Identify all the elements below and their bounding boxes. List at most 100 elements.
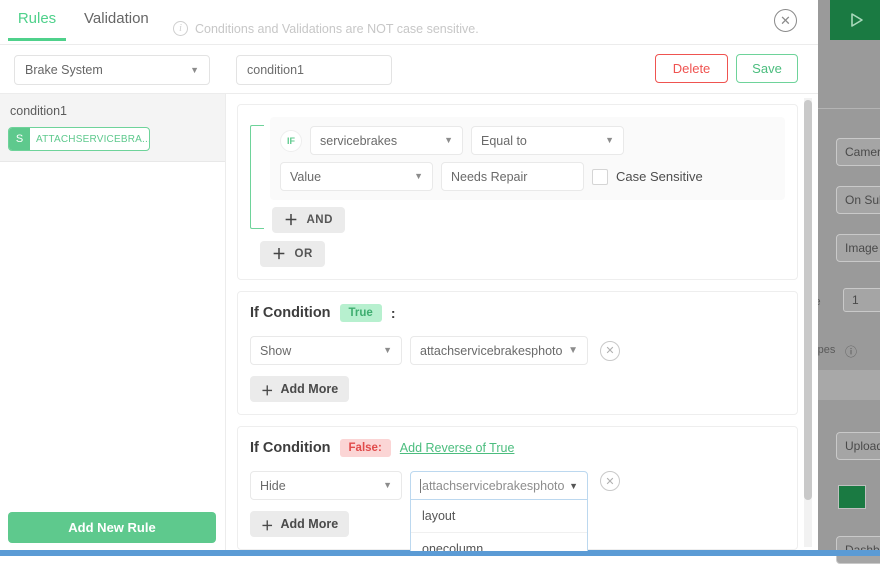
chevron-down-icon: ▼	[414, 172, 423, 181]
remove-false-action-icon[interactable]: ✕	[600, 471, 620, 491]
add-and-button[interactable]: ＋ AND	[272, 207, 345, 233]
if-group-box: IF servicebrakes ▼ Equal to ▼	[270, 117, 785, 200]
rules-sidebar: condition1 S ATTACHSERVICEBRA... Add New…	[0, 94, 226, 551]
true-block-title: If Condition	[250, 305, 331, 321]
false-target-select[interactable]: attachservicebrakesphoto ▼	[410, 471, 588, 500]
chevron-down-icon: ▼	[569, 481, 578, 491]
rule-type-badge: S	[9, 128, 30, 150]
case-sensitive-label: Case Sensitive	[616, 169, 703, 184]
plus-icon: ＋	[261, 380, 274, 399]
background-color-swatch[interactable]	[838, 485, 866, 509]
true-action-select[interactable]: Show ▼	[250, 336, 402, 365]
false-target-dropdown-menu: layout onecolumn	[410, 500, 588, 551]
and-row: ＋ AND	[272, 207, 785, 233]
system-select[interactable]: Brake System ▼	[14, 55, 210, 85]
chevron-down-icon: ▼	[190, 66, 199, 75]
modal-tabs-row: Rules Validation i Conditions and Valida…	[0, 0, 818, 45]
chevron-down-icon: ▼	[383, 481, 392, 490]
if-operator-select[interactable]: Equal to ▼	[471, 126, 624, 155]
chevron-down-icon: ▼	[444, 136, 453, 145]
background-field-on-submit[interactable]: On Submit	[836, 186, 880, 214]
chevron-down-icon: ▼	[568, 346, 578, 356]
case-sensitivity-hint: i Conditions and Validations are NOT cas…	[173, 21, 479, 36]
system-select-value: Brake System	[25, 63, 103, 77]
background-dim-overlay	[818, 0, 880, 556]
rules-content-scroll[interactable]: IF servicebrakes ▼ Equal to ▼	[227, 94, 818, 551]
false-target-dropdown: attachservicebrakesphoto ▼ layout onecol…	[410, 471, 588, 500]
add-or-button[interactable]: ＋ OR	[260, 241, 325, 267]
chevron-down-icon: ▼	[383, 346, 392, 355]
rules-content-inner: IF servicebrakes ▼ Equal to ▼	[227, 94, 818, 550]
if-field-value: servicebrakes	[320, 134, 397, 148]
background-number-input[interactable]: 1	[843, 288, 880, 312]
false-block-header: If Condition False: Add Reverse of True	[250, 439, 785, 457]
dropdown-option-layout[interactable]: layout	[411, 500, 587, 532]
close-icon[interactable]: ✕	[774, 9, 797, 32]
or-row: ＋ OR	[260, 241, 785, 267]
background-field-camera[interactable]: Camera	[836, 138, 880, 166]
rule-group: condition1 S ATTACHSERVICEBRA...	[0, 94, 225, 162]
if-group-bracket	[250, 125, 264, 229]
add-reverse-of-true-link[interactable]: Add Reverse of True	[400, 441, 515, 455]
dropdown-option-onecolumn[interactable]: onecolumn	[411, 532, 587, 551]
if-condition-card: IF servicebrakes ▼ Equal to ▼	[237, 104, 798, 280]
run-play-button[interactable]	[830, 0, 880, 40]
content-scrollbar-thumb[interactable]	[804, 100, 812, 500]
if-compare-type-select[interactable]: Value ▼	[280, 162, 433, 191]
plus-icon: ＋	[272, 244, 287, 264]
hint-text: Conditions and Validations are NOT case …	[195, 22, 479, 36]
save-button[interactable]: Save	[736, 54, 798, 83]
case-sensitive-checkbox[interactable]	[592, 169, 608, 185]
if-field-select[interactable]: servicebrakes ▼	[310, 126, 463, 155]
plus-icon: ＋	[284, 210, 299, 230]
sidebar-item-rule[interactable]: S ATTACHSERVICEBRA...	[8, 127, 150, 151]
add-new-rule-button[interactable]: Add New Rule	[8, 512, 216, 543]
false-add-more-button[interactable]: ＋ Add More	[250, 511, 349, 537]
condition-name-input[interactable]: condition1	[236, 55, 392, 85]
if-group-wrap: IF servicebrakes ▼ Equal to ▼	[250, 117, 785, 233]
background-section-strip	[818, 370, 880, 400]
if-row-secondary: Value ▼ Needs Repair Case Sensitive	[280, 162, 775, 191]
if-condition-false-card: If Condition False: Add Reverse of True …	[237, 426, 798, 550]
if-row-primary: IF servicebrakes ▼ Equal to ▼	[280, 126, 775, 155]
text-cursor	[420, 479, 421, 493]
if-condition-true-card: If Condition True : Show ▼ attachservice…	[237, 291, 798, 415]
info-icon: i	[173, 21, 188, 36]
true-target-select[interactable]: attachservicebrakesphoto ▼	[410, 336, 588, 365]
background-divider-1	[818, 108, 880, 109]
false-action-row: Hide ▼ attachservicebrakesphoto ▼ layout…	[250, 471, 785, 500]
remove-true-action-icon[interactable]: ✕	[600, 341, 620, 361]
true-add-more-button[interactable]: ＋ Add More	[250, 376, 349, 402]
if-compare-value-input[interactable]: Needs Repair	[441, 162, 584, 191]
tab-validation[interactable]: Validation	[84, 10, 149, 38]
plus-icon: ＋	[261, 515, 274, 534]
true-colon: :	[391, 305, 396, 321]
background-field-image[interactable]: Image	[836, 234, 880, 262]
add-and-label: AND	[307, 214, 333, 226]
if-compare-type-value: Value	[290, 170, 321, 184]
true-action-value: Show	[260, 344, 291, 358]
rule-group-title: condition1	[10, 104, 217, 118]
false-badge: False:	[340, 439, 391, 457]
rule-chip-label: ATTACHSERVICEBRA...	[30, 128, 149, 150]
chevron-down-icon: ▼	[605, 136, 614, 145]
false-action-value: Hide	[260, 479, 286, 493]
true-target-value: attachservicebrakesphoto	[420, 344, 562, 358]
play-icon	[846, 10, 866, 30]
add-or-label: OR	[295, 248, 313, 260]
true-badge: True	[340, 304, 382, 322]
background-field-upload[interactable]: Upload	[836, 432, 880, 460]
false-block-title: If Condition	[250, 440, 331, 456]
tab-rules[interactable]: Rules	[8, 10, 66, 41]
false-add-more-label: Add More	[281, 517, 339, 531]
rules-modal: Rules Validation i Conditions and Valida…	[0, 0, 818, 551]
false-target-value: attachservicebrakesphoto	[422, 479, 564, 493]
true-add-more-label: Add More	[281, 382, 339, 396]
true-action-row: Show ▼ attachservicebrakesphoto ▼ ✕	[250, 336, 785, 365]
delete-button[interactable]: Delete	[655, 54, 728, 83]
background-info-icon: ⓘ	[845, 343, 857, 360]
true-block-header: If Condition True :	[250, 304, 785, 322]
if-badge: IF	[280, 130, 302, 152]
false-action-select[interactable]: Hide ▼	[250, 471, 402, 500]
if-operator-value: Equal to	[481, 134, 527, 148]
